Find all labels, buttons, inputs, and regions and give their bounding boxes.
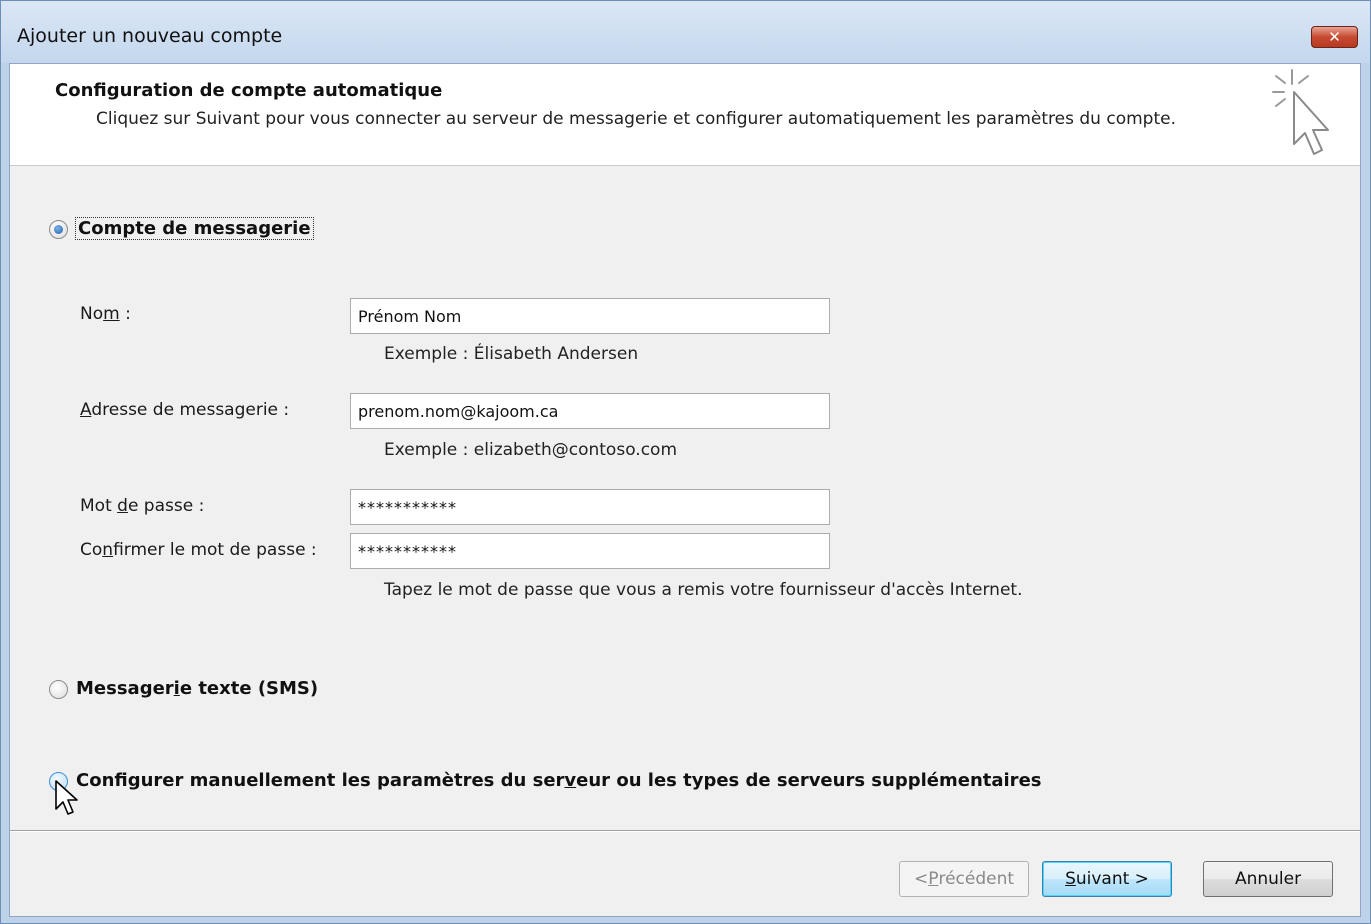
email-account-label-text: Compte de messagerie <box>78 218 311 239</box>
email-label-key: A <box>80 400 92 420</box>
password-hint: Tapez le mot de passe que vous a remis v… <box>384 580 1023 600</box>
focus-rectangle: Compte de messagerie <box>75 217 314 240</box>
email-input[interactable] <box>350 393 830 429</box>
previous-label-post: récédent <box>938 869 1015 889</box>
previous-button[interactable]: < Précédent <box>899 861 1029 897</box>
name-label-key: m <box>103 304 120 324</box>
close-button[interactable]: ✕ <box>1311 26 1358 48</box>
email-label: Adresse de messagerie : <box>80 400 289 420</box>
name-input[interactable] <box>350 298 830 334</box>
cancel-button[interactable]: Annuler <box>1203 861 1333 897</box>
footer-separator <box>10 830 1360 832</box>
mouse-pointer-icon <box>55 780 78 815</box>
previous-label-key: P <box>928 869 939 889</box>
window-title: Ajouter un nouveau compte <box>17 25 283 47</box>
sms-label-pre: Messager <box>76 678 174 699</box>
name-hint: Exemple : Élisabeth Andersen <box>384 344 639 364</box>
previous-label-pre: < <box>913 869 929 889</box>
email-hint: Exemple : elizabeth@contoso.com <box>384 440 678 460</box>
password-label-key: d <box>117 496 128 516</box>
name-label: Nom : <box>80 304 131 324</box>
sms-label-post: e texte (SMS) <box>179 678 319 699</box>
next-label-key: S <box>1065 869 1076 889</box>
manual-label-post: eur ou les types de serveurs supplémenta… <box>576 770 1042 791</box>
next-button[interactable]: Suivant > <box>1042 861 1172 897</box>
confirm-password-label-pre: Co <box>80 540 103 560</box>
email-account-option-label[interactable]: Compte de messagerie <box>75 217 314 240</box>
dialog-window: Ajouter un nouveau compte ✕ Configuratio… <box>0 0 1371 924</box>
confirm-password-label-key: n <box>102 540 114 560</box>
title-bar[interactable]: Ajouter un nouveau compte ✕ <box>1 1 1370 63</box>
next-label-post: uivant > <box>1075 869 1149 889</box>
password-label-pre: Mot <box>80 496 118 516</box>
confirm-password-label-post: firmer le mot de passe : <box>113 540 317 560</box>
confirm-password-input[interactable] <box>350 533 830 569</box>
manual-label-key: v <box>564 770 577 791</box>
sms-radio[interactable] <box>49 680 68 699</box>
password-label: Mot de passe : <box>80 496 204 516</box>
manual-config-option-label[interactable]: Configurer manuellement les paramètres d… <box>76 770 1041 791</box>
header-description: Cliquez sur Suivant pour vous connecter … <box>96 109 1176 129</box>
manual-label-pre: Configurer manuellement les paramètres d… <box>76 770 565 791</box>
email-label-post: dresse de messagerie : <box>91 400 290 420</box>
close-icon: ✕ <box>1328 28 1341 46</box>
email-account-radio[interactable] <box>49 220 68 239</box>
header-title: Configuration de compte automatique <box>55 80 443 101</box>
password-input[interactable] <box>350 489 830 525</box>
name-label-pre: No <box>80 304 104 324</box>
confirm-password-label: Confirmer le mot de passe : <box>80 540 317 560</box>
name-label-post: : <box>119 304 131 324</box>
sms-option-label[interactable]: Messagerie texte (SMS) <box>76 678 318 699</box>
dialog-client-area: Configuration de compte automatique Cliq… <box>9 63 1361 917</box>
password-label-post: e passe : <box>127 496 205 516</box>
wizard-header: Configuration de compte automatique Cliq… <box>10 64 1360 166</box>
wizard-cursor-sparkle-icon <box>1272 69 1329 155</box>
